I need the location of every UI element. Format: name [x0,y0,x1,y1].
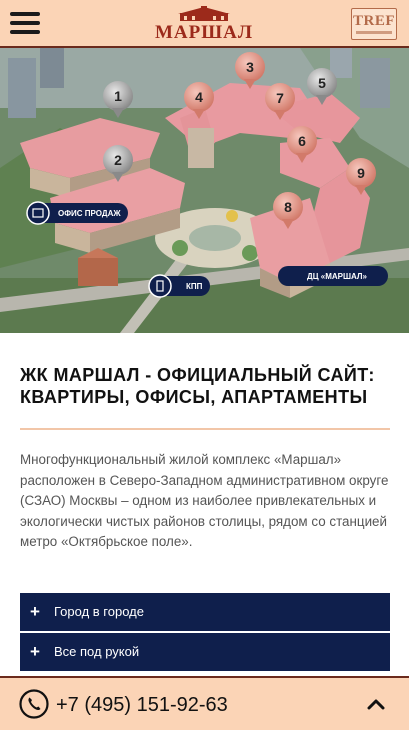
svg-text:1: 1 [114,88,122,104]
svg-text:9: 9 [357,165,365,181]
main-content: ЖК Маршал - официальный сайт: квартиры, … [20,333,390,553]
top-header: МАРШАЛ TREF [0,0,409,48]
svg-text:8: 8 [284,199,292,215]
complex-aerial-map: 1 2 3 4 5 6 7 8 9 ОФИС ПРОДАЖ КПП ДЦ «МА… [0,48,409,333]
page-description: Многофункциональный жилой комплекс «Марш… [20,452,389,549]
hamburger-menu-icon[interactable] [10,12,40,34]
logo-text: МАРШАЛ [154,22,253,43]
svg-text:5: 5 [318,75,326,91]
accordion-item-city-in-city[interactable]: + Город в городе [20,593,390,631]
tref-logo-text: TREF [352,13,395,29]
svg-text:КПП: КПП [186,282,203,291]
tref-logo-underline [356,31,392,34]
bottom-contact-bar: +7 (495) 151-92-63 [0,676,409,730]
plus-icon: + [30,642,40,661]
logo-building-icon [178,6,230,21]
phone-number-link[interactable]: +7 (495) 151-92-63 [56,693,228,717]
accordion-label: Город в городе [54,604,144,619]
checkpoint-label[interactable]: КПП [148,274,210,298]
sales-office-label[interactable]: ОФИС ПРОДАЖ [26,201,128,225]
phone-icon[interactable] [19,689,49,719]
aerial-map-illustration: 1 2 3 4 5 6 7 8 9 ОФИС ПРОДАЖ КПП ДЦ «МА… [0,48,409,333]
svg-text:ДЦ «МАРШАЛ»: ДЦ «МАРШАЛ» [307,272,368,281]
page-title: ЖК Маршал - официальный сайт: квартиры, … [20,365,375,407]
accordion-label: Все под рукой [54,644,140,659]
tref-partner-logo[interactable]: TREF [351,8,397,40]
marshal-logo[interactable]: МАРШАЛ [152,4,256,44]
chevron-up-icon[interactable] [364,692,388,716]
accordion-item-everything-at-hand[interactable]: + Все под рукой [20,633,390,671]
svg-text:7: 7 [276,90,284,106]
svg-text:3: 3 [246,59,254,75]
title-divider [20,428,390,430]
plus-icon: + [30,602,40,621]
svg-text:ОФИС ПРОДАЖ: ОФИС ПРОДАЖ [58,209,121,218]
svg-text:2: 2 [114,152,122,168]
svg-text:4: 4 [195,89,203,105]
business-center-label[interactable]: ДЦ «МАРШАЛ» [278,266,388,286]
svg-text:6: 6 [298,133,306,149]
